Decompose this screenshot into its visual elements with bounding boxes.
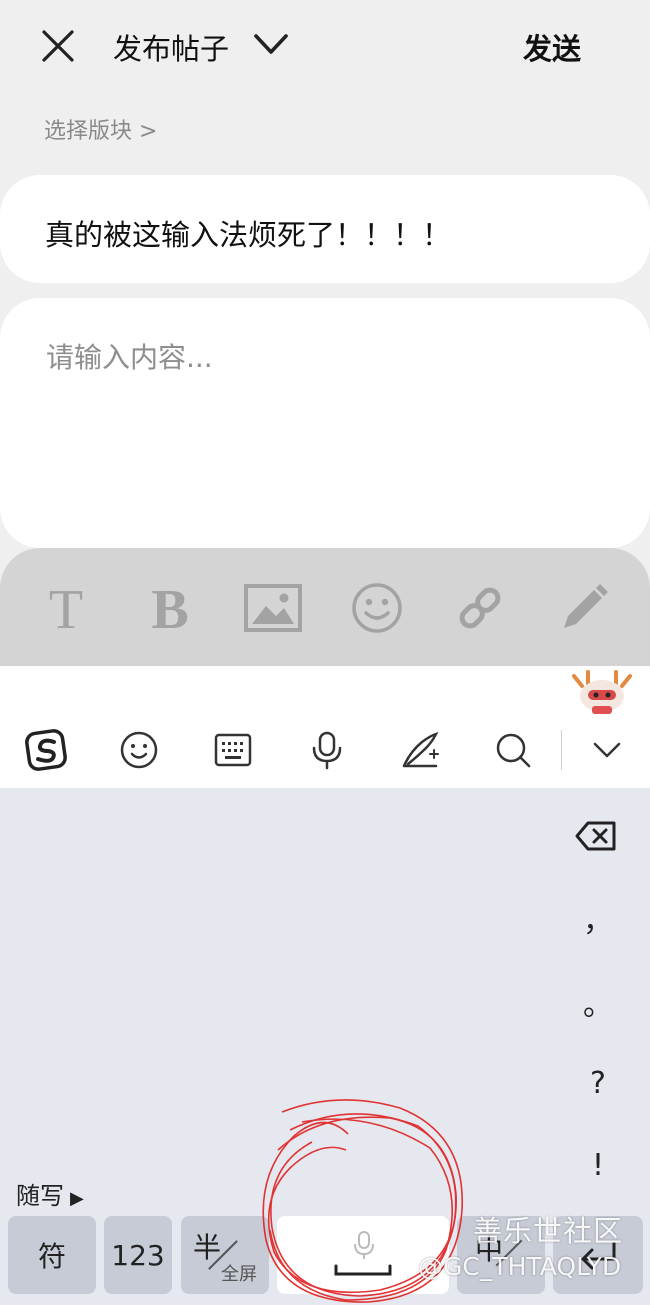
emoji-icon[interactable] xyxy=(351,582,403,634)
format-toolbar xyxy=(0,548,650,666)
mascot-icon[interactable] xyxy=(566,668,638,716)
chevron-down-icon[interactable] xyxy=(252,30,290,60)
keyboard-icon[interactable] xyxy=(211,728,255,772)
question-key[interactable]: ? xyxy=(580,1066,616,1101)
emoji-icon[interactable] xyxy=(117,728,161,772)
image-icon[interactable] xyxy=(244,584,302,632)
watermark-handle: @GC_THTAQLYD xyxy=(418,1252,622,1281)
handwriting-icon[interactable] xyxy=(398,728,442,772)
exclamation-key[interactable]: ! xyxy=(580,1148,616,1183)
content-input-placeholder[interactable]: 请输入内容... xyxy=(46,336,213,376)
chevron-down-icon[interactable] xyxy=(585,728,629,772)
numeric-key[interactable]: 123 xyxy=(104,1216,172,1294)
play-triangle-icon: ▶ xyxy=(70,1188,84,1209)
divider xyxy=(561,730,562,770)
comma-key[interactable]: ， xyxy=(580,896,616,940)
close-icon[interactable] xyxy=(40,28,76,64)
microphone-icon[interactable] xyxy=(305,728,349,772)
search-icon[interactable] xyxy=(491,728,535,772)
watermark-title: 善乐世社区 xyxy=(473,1214,624,1248)
pencil-icon[interactable] xyxy=(558,582,610,634)
bold-button[interactable]: B xyxy=(140,579,200,641)
title-input-value[interactable]: 真的被这输入法烦死了！！！！ xyxy=(45,212,451,254)
backspace-icon[interactable] xyxy=(574,820,618,852)
period-key[interactable]: 。 xyxy=(580,980,616,1024)
symbol-key[interactable]: 符 xyxy=(8,1216,96,1294)
sogou-logo-icon[interactable] xyxy=(24,728,68,772)
suixie-label: 随写 xyxy=(16,1182,64,1210)
page-title[interactable]: 发布帖子 xyxy=(113,26,229,68)
link-icon[interactable] xyxy=(456,584,504,632)
send-button[interactable]: 发送 xyxy=(523,26,581,68)
text-format-button[interactable]: T xyxy=(36,579,96,641)
section-selector[interactable]: 选择版块 > xyxy=(44,113,157,145)
suixie-toggle[interactable]: 随写 ▶ xyxy=(16,1176,84,1211)
